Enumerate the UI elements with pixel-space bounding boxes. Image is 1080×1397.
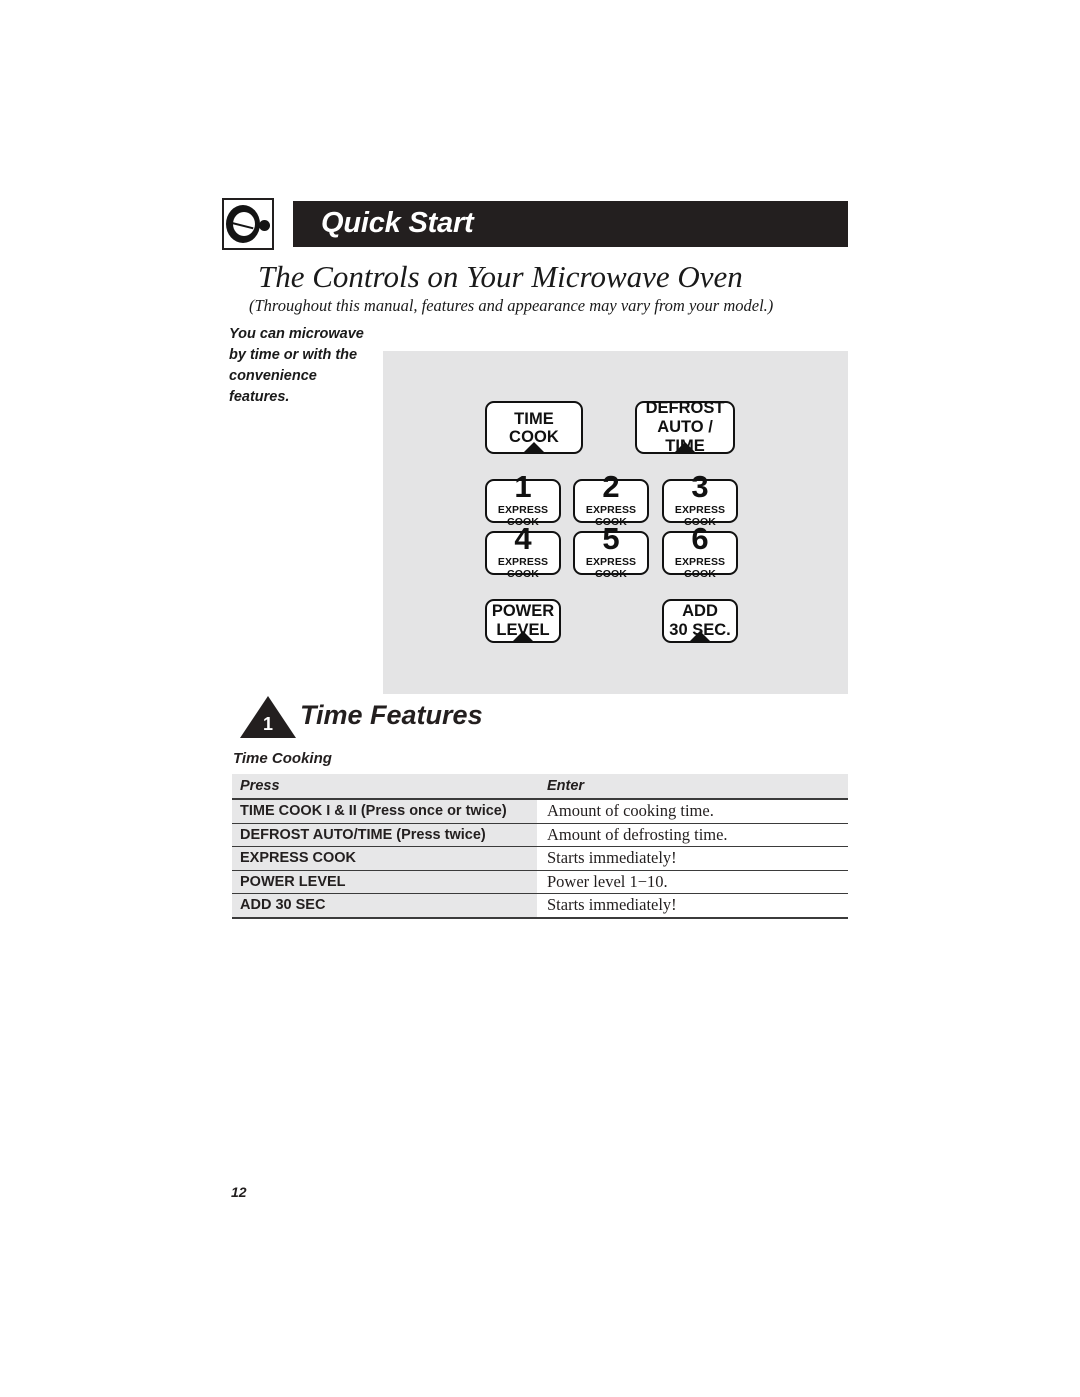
cell-press: ADD 30 SEC xyxy=(232,893,537,919)
press-enter-table: Press Enter TIME COOK I & II (Press once… xyxy=(232,774,848,919)
page-number: 12 xyxy=(231,1184,247,1200)
page-title: The Controls on Your Microwave Oven xyxy=(258,259,743,294)
cell-enter: Amount of defrosting time. xyxy=(537,823,848,847)
column-header-enter: Enter xyxy=(537,774,848,800)
triangle-pointer-icon xyxy=(523,442,545,453)
cell-press: POWER LEVEL xyxy=(232,870,537,894)
button-express-cook-2[interactable]: 2 EXPRESS COOK xyxy=(573,471,649,528)
chapter-icon xyxy=(222,198,274,250)
cell-press: EXPRESS COOK xyxy=(232,846,537,871)
dial-dot-icon xyxy=(259,220,270,231)
button-power-level-line1: POWER xyxy=(491,602,555,620)
page-subtitle: (Throughout this manual, features and ap… xyxy=(249,296,774,315)
cell-enter: Starts immediately! xyxy=(537,893,848,919)
feature-step-number: 1 xyxy=(262,714,273,734)
button-number: 4 xyxy=(514,521,532,556)
button-number: 5 xyxy=(602,521,620,556)
triangle-pointer-icon xyxy=(689,631,711,642)
cell-enter: Power level 1−10. xyxy=(537,870,848,894)
button-time-cook-label: TIME COOK xyxy=(509,409,559,446)
side-note: You can microwave by time or with the co… xyxy=(229,326,364,405)
button-express-cook-1[interactable]: 1 EXPRESS COOK xyxy=(485,471,561,528)
table-row: TIME COOK I & II (Press once or twice) A… xyxy=(232,799,848,824)
button-add-30-sec-line1: ADD xyxy=(682,602,718,620)
button-sublabel: EXPRESS COOK xyxy=(674,556,726,580)
button-number: 3 xyxy=(691,469,709,504)
cell-press: DEFROST AUTO/TIME (Press twice) xyxy=(232,823,537,847)
button-time-cook[interactable]: TIME COOK xyxy=(485,401,583,454)
table-header-row: Press Enter xyxy=(232,774,848,800)
button-defrost-auto-time[interactable]: DEFROST AUTO / TIME xyxy=(635,399,735,455)
table-row: DEFROST AUTO/TIME (Press twice) Amount o… xyxy=(232,823,848,847)
button-number: 2 xyxy=(602,469,620,504)
cell-press: TIME COOK I & II (Press once or twice) xyxy=(232,799,537,824)
table-caption: Time Cooking xyxy=(233,750,332,767)
cell-enter: Amount of cooking time. xyxy=(537,799,848,824)
button-express-cook-5[interactable]: 5 EXPRESS COOK xyxy=(573,523,649,580)
triangle-pointer-icon xyxy=(512,631,534,642)
button-express-cook-3[interactable]: 3 EXPRESS COOK xyxy=(662,471,738,528)
button-number: 1 xyxy=(514,469,532,504)
button-number: 6 xyxy=(691,521,709,556)
microwave-control-panel: TIME COOK DEFROST AUTO / TIME 1 EXPRESS … xyxy=(383,351,848,694)
column-header-press: Press xyxy=(232,774,537,800)
table-row: EXPRESS COOK Starts immediately! xyxy=(232,846,848,871)
button-add-30-sec[interactable]: ADD 30 SEC. xyxy=(662,599,738,643)
chapter-title-bar: Quick Start xyxy=(293,201,848,247)
button-express-cook-4[interactable]: 4 EXPRESS COOK xyxy=(485,523,561,580)
feature-title: Time Features xyxy=(300,700,483,730)
cell-enter: Starts immediately! xyxy=(537,846,848,871)
button-defrost-label-line1: DEFROST xyxy=(645,399,725,417)
button-sublabel: EXPRESS COOK xyxy=(585,556,637,580)
button-sublabel: EXPRESS COOK xyxy=(497,556,549,580)
table-row: POWER LEVEL Power level 1−10. xyxy=(232,870,848,894)
triangle-pointer-icon xyxy=(674,442,696,453)
chapter-title: Quick Start xyxy=(321,206,474,239)
button-express-cook-6[interactable]: 6 EXPRESS COOK xyxy=(662,523,738,580)
table-row: ADD 30 SEC Starts immediately! xyxy=(232,893,848,919)
button-power-level[interactable]: POWER LEVEL xyxy=(485,599,561,643)
